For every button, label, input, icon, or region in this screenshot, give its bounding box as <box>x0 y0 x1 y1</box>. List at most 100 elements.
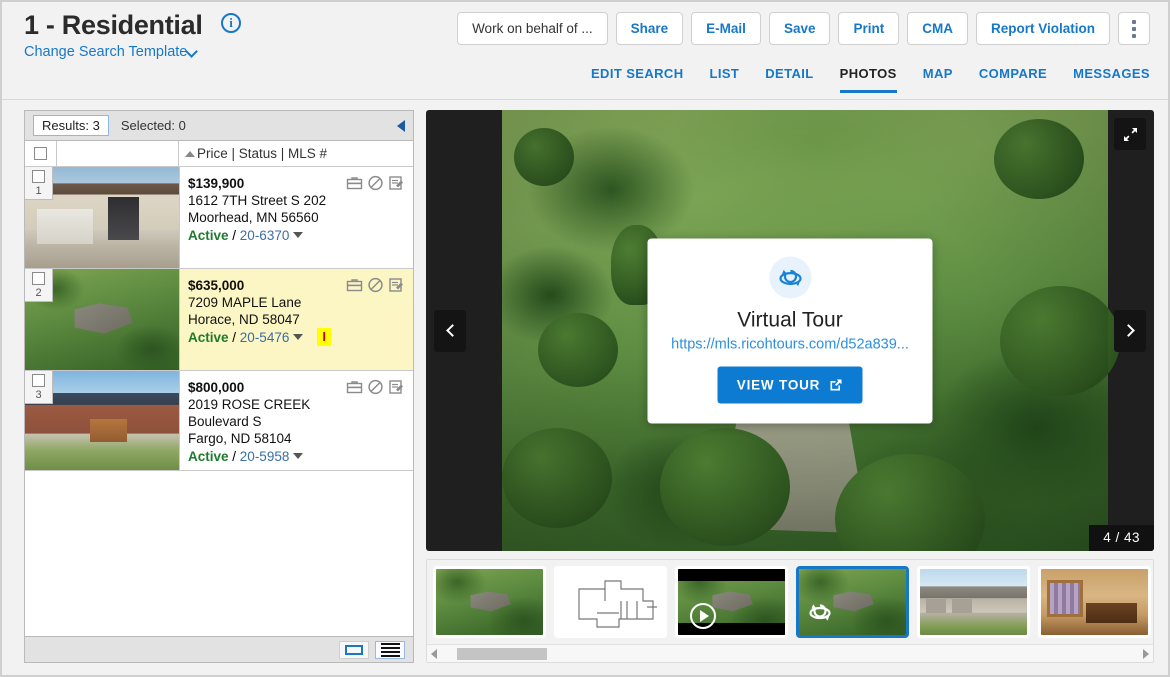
header-toolbar: Work on behalf of ... Share E-Mail Save … <box>457 12 1150 45</box>
results-header: Results: 3 Selected: 0 <box>25 111 413 141</box>
listing-mls-number[interactable]: 20-5958 <box>240 449 290 464</box>
external-link-icon <box>830 379 842 390</box>
no-entry-icon[interactable] <box>367 379 384 395</box>
listing-mls-number[interactable]: 20-5476 <box>240 330 290 345</box>
notepad-edit-icon[interactable] <box>388 175 405 191</box>
chevron-left-icon[interactable] <box>434 309 466 352</box>
status-separator: / <box>228 330 240 345</box>
no-entry-icon[interactable] <box>367 277 384 293</box>
save-button[interactable]: Save <box>768 12 831 45</box>
share-button[interactable]: Share <box>615 12 684 45</box>
results-rows: 1 $139,900 1612 7TH Street S 202 Moorhea… <box>25 167 413 636</box>
thumbnail-item[interactable] <box>554 566 667 638</box>
photo-panel: Virtual Tour https://mls.ricohtours.com/… <box>426 110 1154 663</box>
scroll-right-arrow[interactable] <box>1143 648 1149 659</box>
view-tour-label: VIEW TOUR <box>736 377 821 392</box>
row-checkbox[interactable] <box>32 374 45 387</box>
virtual-tour-url[interactable]: https://mls.ricohtours.com/d52a839... <box>666 336 915 352</box>
work-on-behalf-of-button[interactable]: Work on behalf of ... <box>457 12 608 45</box>
chevron-down-icon[interactable] <box>293 334 304 341</box>
listing-mls-number[interactable]: 20-6370 <box>240 228 290 243</box>
listing-thumbnail[interactable]: 1 <box>25 167 180 268</box>
notepad-edit-icon[interactable] <box>388 379 405 395</box>
listing-address-line1: 1612 7TH Street S 202 <box>188 193 327 208</box>
row-action-icons <box>346 277 405 293</box>
list-view-icon[interactable] <box>375 640 405 659</box>
change-search-template-link[interactable]: Change Search Template <box>24 44 241 60</box>
row-select-badge: 1 <box>25 167 53 200</box>
results-count-chip[interactable]: Results: 3 <box>33 115 109 136</box>
virtual-tour-360-icon <box>769 256 811 298</box>
table-row[interactable]: 2 $635,000 7209 MAPLE Lane Horace, ND 58… <box>25 269 413 371</box>
row-action-icons <box>346 379 405 395</box>
virtual-tour-title: Virtual Tour <box>737 308 843 331</box>
briefcase-icon[interactable] <box>346 277 363 293</box>
change-search-template-label: Change Search Template <box>24 44 188 60</box>
row-action-icons <box>346 175 405 191</box>
chevron-down-icon[interactable] <box>293 453 304 460</box>
listing-thumbnail[interactable]: 2 <box>25 269 180 370</box>
results-column-header: Price | Status | MLS # <box>25 141 413 167</box>
notepad-edit-icon[interactable] <box>388 277 405 293</box>
collapse-left-icon[interactable] <box>397 119 405 132</box>
results-panel: Results: 3 Selected: 0 Price | Status | … <box>24 110 414 663</box>
tab-edit-search[interactable]: EDIT SEARCH <box>591 66 684 93</box>
tab-map[interactable]: MAP <box>923 66 953 93</box>
main-content: Results: 3 Selected: 0 Price | Status | … <box>2 100 1168 675</box>
thumbnail-item[interactable] <box>917 566 1030 638</box>
app-window: 1 - Residential i Change Search Template… <box>0 0 1170 677</box>
thumbnail-photo <box>920 569 1027 635</box>
tab-detail[interactable]: DETAIL <box>765 66 813 93</box>
thumbnail-scrollbar[interactable] <box>427 644 1153 662</box>
listing-address-line2: Boulevard S <box>188 414 262 429</box>
thumbnail-item[interactable] <box>433 566 546 638</box>
thumbnail-photo <box>1041 569 1148 635</box>
select-all-cell <box>25 141 57 166</box>
listing-info: $139,900 1612 7TH Street S 202 Moorhead,… <box>180 167 413 268</box>
column-header-label: Price | Status | MLS # <box>197 146 328 161</box>
row-checkbox[interactable] <box>32 272 45 285</box>
row-number: 2 <box>35 287 42 299</box>
info-icon[interactable]: i <box>221 12 242 33</box>
tab-compare[interactable]: COMPARE <box>979 66 1047 93</box>
scrollbar-track[interactable] <box>443 647 1137 660</box>
expand-fullscreen-icon[interactable] <box>1114 118 1146 150</box>
listing-info: $635,000 7209 MAPLE Lane Horace, ND 5804… <box>180 269 413 370</box>
print-button[interactable]: Print <box>838 12 900 45</box>
virtual-tour-360-icon <box>807 600 833 629</box>
column-sort-header[interactable]: Price | Status | MLS # <box>179 146 413 161</box>
table-row[interactable]: 1 $139,900 1612 7TH Street S 202 Moorhea… <box>25 167 413 269</box>
email-button[interactable]: E-Mail <box>691 12 761 45</box>
thumbnail-item[interactable] <box>675 566 788 638</box>
tab-list[interactable]: LIST <box>710 66 740 93</box>
scrollbar-thumb[interactable] <box>456 647 548 660</box>
more-vertical-icon[interactable] <box>1118 12 1150 45</box>
column-spacer <box>57 141 179 166</box>
listing-address-line1: 7209 MAPLE Lane <box>188 295 302 310</box>
photo-counter: 4 / 43 <box>1089 525 1154 551</box>
cma-button[interactable]: CMA <box>907 12 968 45</box>
thumbnail-item[interactable] <box>1038 566 1151 638</box>
tab-messages[interactable]: MESSAGES <box>1073 66 1150 93</box>
listing-address-line2: Horace, ND 58047 <box>188 312 300 327</box>
page-title: 1 - Residential <box>24 10 203 40</box>
no-entry-icon[interactable] <box>367 175 384 191</box>
briefcase-icon[interactable] <box>346 175 363 191</box>
chevron-right-icon[interactable] <box>1114 309 1146 352</box>
listing-thumbnail[interactable]: 3 <box>25 371 180 470</box>
scroll-left-arrow[interactable] <box>431 648 437 659</box>
chevron-down-icon[interactable] <box>293 232 304 239</box>
photo-stage: Virtual Tour https://mls.ricohtours.com/… <box>426 110 1154 551</box>
briefcase-icon[interactable] <box>346 379 363 395</box>
single-view-icon[interactable] <box>339 640 369 659</box>
select-all-checkbox[interactable] <box>34 147 47 160</box>
row-checkbox[interactable] <box>32 170 45 183</box>
tab-photos[interactable]: PHOTOS <box>839 66 897 93</box>
status-badge: Active <box>188 330 229 345</box>
thumbnail-photo <box>436 569 543 635</box>
view-tour-button[interactable]: VIEW TOUR <box>717 366 863 403</box>
thumbnail-item[interactable] <box>796 566 909 638</box>
report-violation-button[interactable]: Report Violation <box>975 12 1110 45</box>
sort-asc-icon <box>185 150 195 157</box>
table-row[interactable]: 3 $800,000 2019 ROSE CREEK Boulevard S F… <box>25 371 413 471</box>
